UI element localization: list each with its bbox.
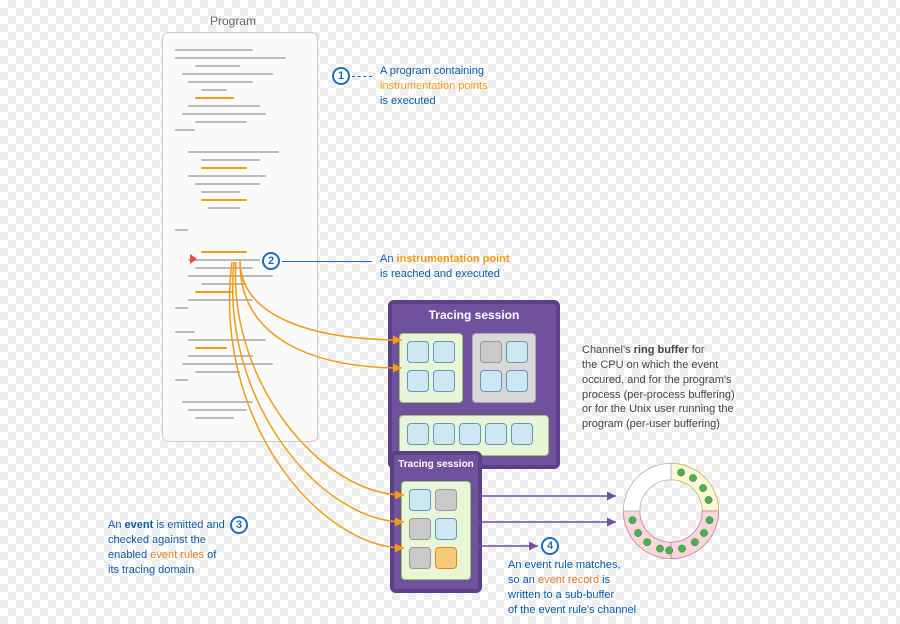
tracing-session-1-title: Tracing session [392,304,556,328]
step-badge-3: 3 [230,516,248,534]
program-box [162,32,318,442]
step-badge-2: 2 [262,252,280,270]
ring-buffer-icon [616,456,726,566]
step-badge-4: 4 [541,537,559,555]
tracing-session-1: Tracing session [388,300,560,469]
annotation-step-3: An event is emitted and checked against … [108,518,225,577]
annotation-step-4: An event rule matches, so an event recor… [508,558,636,617]
program-label: Program [210,14,256,28]
tracing-session-2-title: Tracing session [394,455,478,476]
instrumentation-point-marker-icon [190,254,197,264]
annotation-ring-buffer: Channel's ring buffer for the CPU on whi… [582,343,735,432]
step-badge-1: 1 [332,67,350,85]
tracing-session-2: Tracing session [390,451,482,593]
annotation-step-2: An instrumentation point is reached and … [380,252,510,282]
annotation-step-1: A program containing instrumentation poi… [380,64,488,109]
